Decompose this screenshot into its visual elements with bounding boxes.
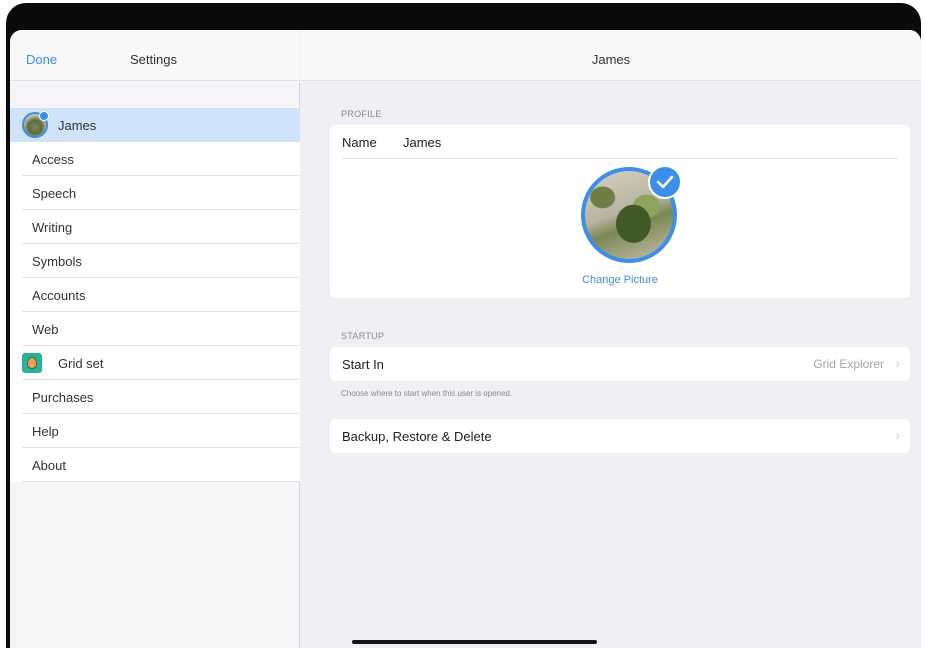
sidebar-title: Settings: [130, 52, 177, 67]
sidebar-item-speech[interactable]: Speech: [10, 176, 300, 210]
sidebar-item-label: James: [58, 117, 97, 133]
backup-restore-delete-label: Backup, Restore & Delete: [342, 429, 492, 444]
sidebar-item-help[interactable]: Help: [10, 414, 300, 448]
device-frame: Done Settings James Access Speech Writin…: [0, 0, 925, 648]
change-picture-button[interactable]: Change Picture: [330, 274, 910, 286]
sidebar-item-label: Purchases: [32, 389, 94, 405]
detail-pane: James PROFILE Name James Change Picture …: [301, 30, 921, 648]
name-field[interactable]: James: [403, 135, 441, 150]
sidebar-item-access[interactable]: Access: [10, 142, 300, 176]
screen: Done Settings James Access Speech Writin…: [10, 30, 921, 648]
divider: [342, 158, 898, 159]
sidebar-item-label: Web: [32, 321, 59, 337]
grid-set-icon: [22, 353, 42, 373]
start-in-row[interactable]: Start In Grid Explorer ›: [330, 347, 910, 381]
sidebar-item-web[interactable]: Web: [10, 312, 300, 346]
sidebar-item-james[interactable]: James: [10, 108, 300, 142]
sidebar-item-label: Help: [32, 423, 59, 439]
sidebar-item-label: Accounts: [32, 287, 86, 303]
sidebar-item-writing[interactable]: Writing: [10, 210, 300, 244]
name-label: Name: [342, 135, 377, 150]
sidebar-header: Done Settings: [10, 30, 300, 81]
page-title: James: [591, 52, 631, 67]
sidebar-item-label: Access: [32, 151, 74, 167]
done-button[interactable]: Done: [26, 52, 57, 67]
sidebar-item-label: About: [32, 457, 66, 473]
sidebar-item-label: Grid set: [58, 355, 104, 371]
profile-card: Name James Change Picture: [330, 125, 910, 298]
detail-header: James: [301, 30, 921, 81]
sidebar-item-label: Symbols: [32, 253, 82, 269]
mini-check-icon: [39, 111, 49, 121]
chevron-right-icon: ›: [895, 356, 900, 371]
sidebar-item-purchases[interactable]: Purchases: [10, 380, 300, 414]
chevron-right-icon: ›: [895, 428, 900, 443]
sidebar-item-grid-set[interactable]: Grid set: [10, 346, 300, 380]
checkmark-icon: [648, 165, 682, 199]
sidebar-item-label: Speech: [32, 185, 77, 201]
sidebar-item-about[interactable]: About: [10, 448, 300, 482]
name-row[interactable]: Name James: [330, 125, 910, 159]
sidebar-item-symbols[interactable]: Symbols: [10, 244, 300, 278]
startup-section-label: STARTUP: [341, 331, 385, 341]
sidebar-item-label: Writing: [32, 219, 73, 235]
settings-sidebar: Done Settings James Access Speech Writin…: [10, 30, 300, 648]
sidebar-item-accounts[interactable]: Accounts: [10, 278, 300, 312]
home-indicator: [352, 640, 597, 644]
profile-section-label: PROFILE: [341, 109, 382, 119]
sidebar-list: James Access Speech Writing Symbols Acco…: [10, 108, 300, 482]
backup-restore-delete-row[interactable]: Backup, Restore & Delete ›: [330, 419, 910, 453]
start-in-helper-text: Choose where to start when this user is …: [341, 389, 513, 398]
start-in-value: Grid Explorer: [813, 357, 884, 371]
user-avatar-icon: [22, 111, 49, 138]
start-in-label: Start In: [342, 357, 384, 372]
